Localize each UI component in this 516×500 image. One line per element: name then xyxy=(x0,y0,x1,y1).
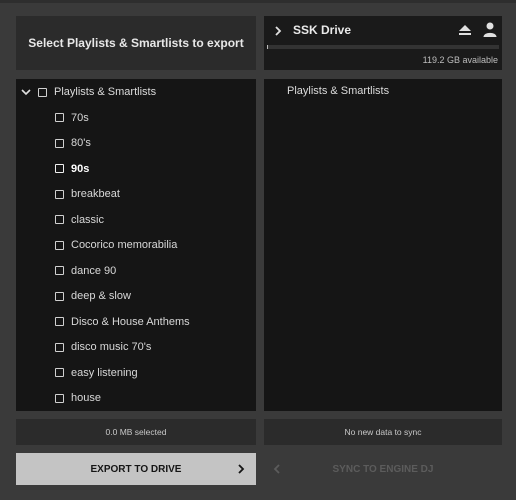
playlist-tree: Playlists & Smartlists 70s 80's 90s breakbe… xyxy=(16,79,256,411)
sync-button-label: SYNC TO ENGINE DJ xyxy=(332,463,434,475)
top-strip xyxy=(0,0,516,3)
eject-icon[interactable] xyxy=(458,23,472,37)
sync-status-text: No new data to sync xyxy=(344,427,422,437)
destination-panel: Playlists & Smartlists xyxy=(264,79,502,411)
selection-status: 0.0 MB selected xyxy=(16,419,256,445)
destination-title: Playlists & Smartlists xyxy=(287,85,390,97)
sync-button[interactable]: SYNC TO ENGINE DJ xyxy=(264,453,502,485)
export-header-title: Select Playlists & Smartlists to export xyxy=(28,36,244,50)
drive-usage-bar xyxy=(267,45,499,49)
playlist-checkbox[interactable] xyxy=(55,317,64,327)
playlist-item[interactable]: dance 90 xyxy=(55,258,190,284)
playlist-item[interactable]: disco music 70's xyxy=(55,335,190,361)
playlist-item[interactable]: easy listening xyxy=(55,360,190,386)
playlist-checkbox[interactable] xyxy=(55,189,64,199)
chevron-down-icon[interactable] xyxy=(20,86,32,98)
playlist-label: deep & slow xyxy=(71,290,131,303)
selected-size: 0.0 MB selected xyxy=(105,427,167,437)
playlist-label: easy listening xyxy=(71,366,138,379)
playlist-checkbox[interactable] xyxy=(55,291,64,301)
drive-available: 119.2 GB available xyxy=(422,55,498,65)
playlist-list: 70s 80's 90s breakbeat classic Cocorico memor… xyxy=(55,105,190,411)
playlist-label: disco music 70's xyxy=(71,341,152,354)
playlist-label: Disco & House Anthems xyxy=(71,315,190,328)
playlist-checkbox[interactable] xyxy=(55,113,64,123)
playlist-checkbox[interactable] xyxy=(55,138,64,148)
root-checkbox[interactable] xyxy=(38,87,47,97)
playlist-item[interactable]: classic xyxy=(55,207,190,233)
playlist-item[interactable]: Cocorico memorabilia xyxy=(55,233,190,259)
playlist-label: house xyxy=(71,392,101,405)
export-button[interactable]: EXPORT TO DRIVE xyxy=(16,453,256,485)
playlist-item[interactable]: Disco & House Anthems xyxy=(55,309,190,335)
playlist-label: breakbeat xyxy=(71,188,120,201)
playlist-label: 70s xyxy=(71,111,89,124)
playlist-checkbox[interactable] xyxy=(55,164,64,174)
playlist-label: classic xyxy=(71,213,105,226)
playlist-checkbox[interactable] xyxy=(55,215,64,225)
playlist-checkbox[interactable] xyxy=(55,393,64,403)
tree-root-label: Playlists & Smartlists xyxy=(54,86,157,98)
chevron-right-icon xyxy=(238,464,245,474)
export-header: Select Playlists & Smartlists to export xyxy=(16,16,256,70)
playlist-item[interactable]: 90s xyxy=(55,156,190,182)
chevron-left-icon[interactable] xyxy=(272,463,282,475)
playlist-label: 90s xyxy=(71,162,90,175)
drive-panel: SSK Drive 119.2 GB available xyxy=(264,16,502,70)
playlist-item[interactable]: breakbeat xyxy=(55,182,190,208)
playlist-checkbox[interactable] xyxy=(55,342,64,352)
playlist-item[interactable]: 70s xyxy=(55,105,190,131)
playlist-label: Cocorico memorabilia xyxy=(71,239,178,252)
sync-status: No new data to sync xyxy=(264,419,502,445)
playlist-checkbox[interactable] xyxy=(55,266,64,276)
playlist-label: dance 90 xyxy=(71,264,117,277)
drive-usage-fill xyxy=(267,45,268,49)
playlist-item[interactable]: house xyxy=(55,386,190,412)
export-button-label: EXPORT TO DRIVE xyxy=(90,463,182,475)
playlist-item[interactable]: deep & slow xyxy=(55,284,190,310)
tree-root-row[interactable]: Playlists & Smartlists xyxy=(16,83,256,101)
playlist-checkbox[interactable] xyxy=(55,240,64,250)
playlist-checkbox[interactable] xyxy=(55,368,64,378)
chevron-right-icon[interactable] xyxy=(272,24,284,38)
user-icon[interactable] xyxy=(482,21,498,37)
playlist-item[interactable]: 80's xyxy=(55,131,190,157)
playlist-label: 80's xyxy=(71,137,91,150)
drive-name: SSK Drive xyxy=(293,23,352,37)
